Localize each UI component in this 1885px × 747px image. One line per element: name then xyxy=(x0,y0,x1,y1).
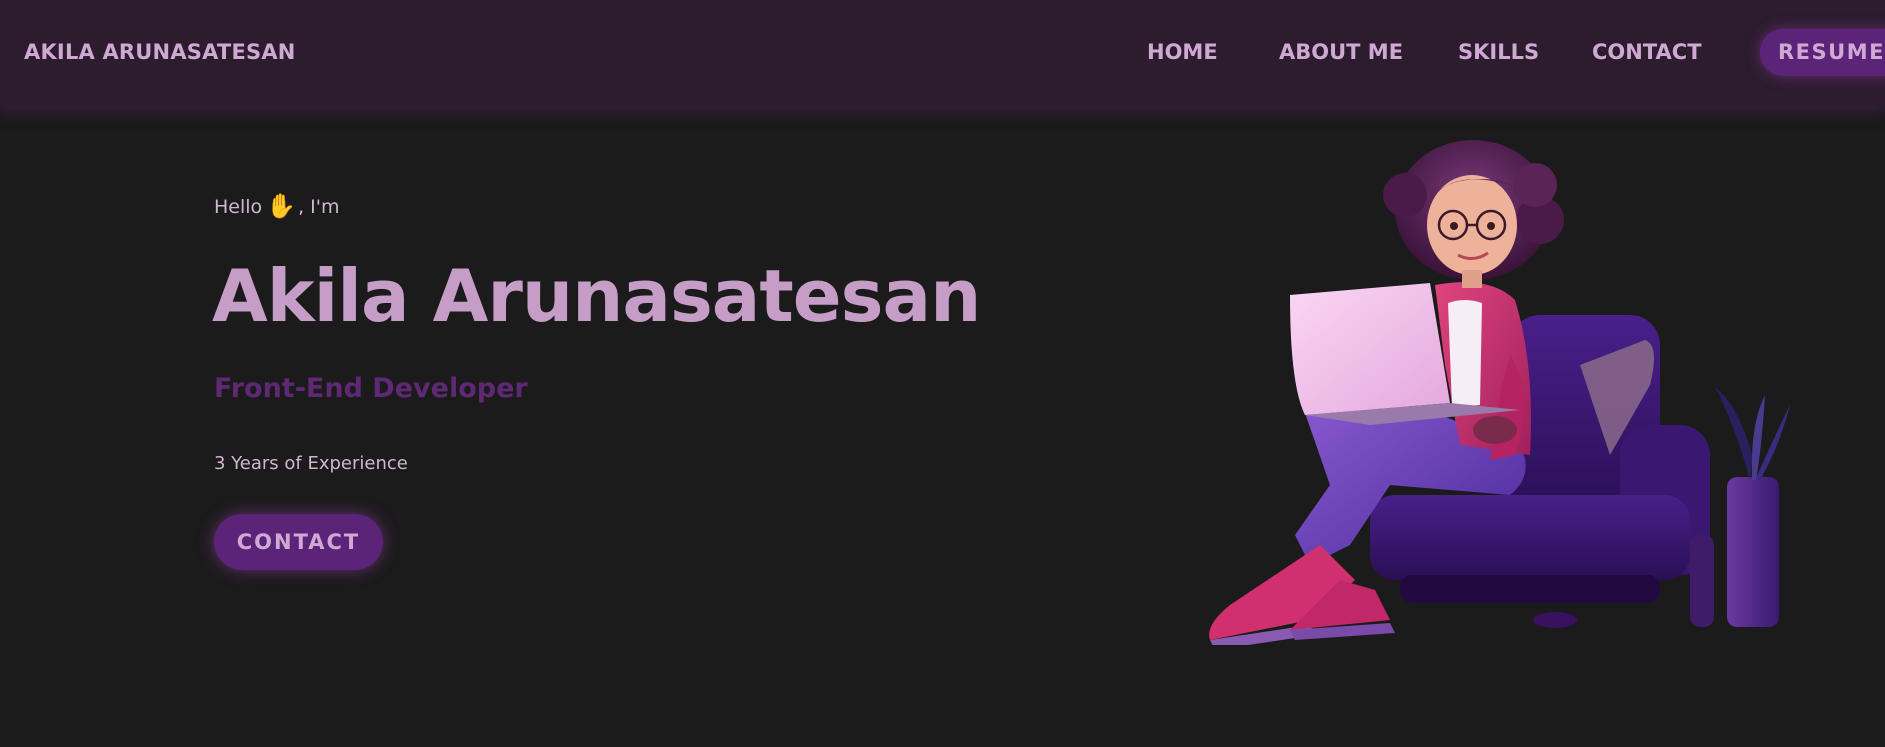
waving-hand-icon: ✋ xyxy=(266,192,297,220)
page: AKILA ARUNASATESAN HOME ABOUT ME SKILLS … xyxy=(0,0,1885,747)
experience-text: 3 Years of Experience xyxy=(214,453,408,474)
nav-home[interactable]: HOME xyxy=(1147,40,1218,64)
nav-about-me[interactable]: ABOUT ME xyxy=(1279,40,1403,64)
main-nav: HOME ABOUT ME SKILLS CONTACT xyxy=(0,40,1885,70)
hero-name: Akila Arunasatesan xyxy=(212,254,981,338)
nav-skills[interactable]: SKILLS xyxy=(1458,40,1539,64)
contact-button[interactable]: CONTACT xyxy=(214,514,383,570)
greeting-suffix: , I'm xyxy=(298,196,340,218)
resume-button[interactable]: RESUME xyxy=(1760,29,1885,76)
nav-contact[interactable]: CONTACT xyxy=(1592,40,1702,64)
greeting: Hello ✋, I'm xyxy=(214,192,339,220)
developer-illustration xyxy=(1209,140,1790,645)
greeting-prefix: Hello xyxy=(214,196,263,218)
hero-role: Front-End Developer xyxy=(214,373,528,404)
site-header: AKILA ARUNASATESAN HOME ABOUT ME SKILLS … xyxy=(0,0,1885,106)
